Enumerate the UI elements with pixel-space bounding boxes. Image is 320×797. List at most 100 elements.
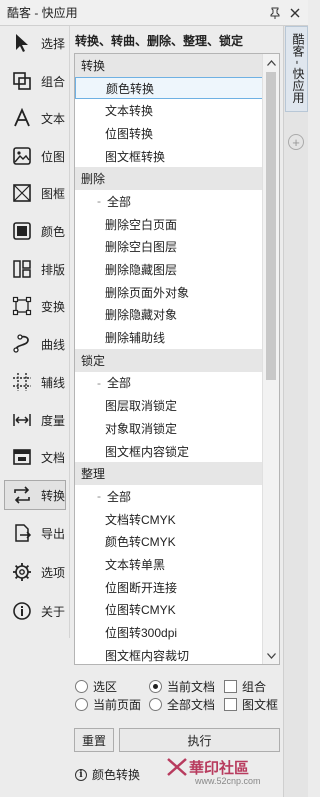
list-group-header[interactable]: 整理 (75, 462, 263, 486)
checkbox-box[interactable] (224, 680, 237, 693)
reset-button[interactable]: 重置 (74, 728, 114, 752)
list-item[interactable]: 删除空白页面 (75, 213, 263, 236)
checkbox-box[interactable] (224, 698, 237, 711)
list-item-label: 删除隐藏图层 (105, 263, 178, 278)
tool-label: 变换 (40, 299, 65, 314)
scope-textframe-checkbox[interactable]: 图文框 (224, 696, 278, 713)
tool-frame[interactable]: 图框 (4, 178, 66, 208)
execute-button[interactable]: 执行 (119, 728, 280, 752)
list-item[interactable]: - 全部 (75, 190, 263, 213)
tool-options[interactable]: 选项 (4, 557, 66, 587)
list-group-header[interactable]: 转换 (75, 54, 263, 77)
tool-label: 组合 (40, 74, 65, 89)
list-item[interactable]: 图层取消锁定 (75, 394, 263, 417)
tool-export[interactable]: 导出 (4, 518, 66, 548)
list-item[interactable]: 位图转300dpi (75, 621, 263, 644)
list-item[interactable]: 删除辅助线 (75, 326, 263, 349)
list-item-label: 删除辅助线 (105, 331, 166, 346)
list-item[interactable]: 图文框转换 (75, 145, 263, 168)
list-item-label: 位图转换 (105, 126, 154, 141)
main-panel: 转换、转曲、删除、整理、锁定 转换 颜色转换 文本转换 位图转换 图文框转换 删除 - 全部删… (71, 26, 283, 797)
tool-color[interactable]: 颜色 (4, 216, 66, 246)
close-icon[interactable] (288, 6, 302, 20)
list-item[interactable]: 文本转换 (75, 99, 263, 122)
radio-label: 当前页面 (93, 698, 142, 712)
radio-circle[interactable] (75, 680, 88, 693)
list-item[interactable]: 对象取消锁定 (75, 417, 263, 440)
tool-label: 选择 (40, 36, 65, 51)
tool-convert[interactable]: 转换 (4, 480, 66, 510)
list-item[interactable]: 图文框内容锁定 (75, 440, 263, 463)
watermark-logo-icon (167, 758, 187, 776)
scope-selection-radio[interactable]: 选区 (75, 678, 117, 695)
layout-icon (9, 256, 35, 282)
tool-text[interactable]: 文本 (4, 103, 66, 133)
tool-bitmap[interactable]: 位图 (4, 141, 66, 171)
list-scrollbar[interactable] (262, 54, 279, 664)
tool-label: 排版 (40, 262, 65, 277)
radio-circle[interactable] (149, 698, 162, 711)
scroll-down-icon[interactable] (263, 647, 279, 664)
status-text: 颜色转换 (92, 768, 141, 782)
list-item[interactable]: 颜色转换 (75, 76, 263, 100)
list-item[interactable]: 文本转单黑 (75, 553, 263, 576)
tab-quick-app[interactable]: 酷客 - 快应用 (285, 26, 308, 112)
tool-guides[interactable]: 辅线 (4, 367, 66, 397)
tool-document[interactable]: 文档 (4, 442, 66, 472)
tool-sidebar: 选择 组合 文本 位图 图框 颜色 排版 变换 曲线 辅线 度量 文档 转换 导… (0, 26, 70, 638)
function-list[interactable]: 转换 颜色转换 文本转换 位图转换 图文框转换 删除 - 全部 删除空白页面 删除空白图层 删除隐藏… (74, 53, 280, 665)
list-item[interactable]: 位图转CMYK (75, 599, 263, 622)
scope-current-doc-radio[interactable]: 当前文档 (149, 678, 215, 695)
list-item[interactable]: 文档转CMYK (75, 508, 263, 531)
list-item[interactable]: - 全部 (75, 372, 263, 395)
convert-icon (9, 482, 35, 508)
info-icon (9, 598, 35, 624)
list-item[interactable]: 删除页面外对象 (75, 281, 263, 304)
window-title: 酷客 - 快应用 (7, 6, 78, 20)
curve-icon (9, 331, 35, 357)
list-item-label: 图层取消锁定 (105, 399, 178, 414)
tool-transform[interactable]: 变换 (4, 291, 66, 321)
scroll-thumb[interactable] (266, 72, 276, 380)
tool-group[interactable]: 组合 (4, 66, 66, 96)
tool-select[interactable]: 选择 (4, 28, 66, 58)
list-item-label: 颜色转CMYK (105, 535, 176, 550)
tool-label: 文本 (40, 111, 65, 126)
list-group-header[interactable]: 锁定 (75, 348, 263, 372)
scroll-up-icon[interactable] (263, 54, 279, 71)
plus-circle-icon[interactable]: + (288, 134, 304, 150)
checkbox-label: 组合 (242, 680, 267, 694)
list-item-label: 删除 (81, 172, 106, 187)
list-item-label: 全部 (107, 376, 132, 391)
radio-circle[interactable] (75, 698, 88, 711)
panel-heading: 转换、转曲、删除、整理、锁定 (75, 34, 244, 48)
watermark: 華印社區 www.52cnp.com (165, 755, 261, 786)
scope-all-docs-radio[interactable]: 全部文档 (149, 696, 215, 713)
scope-group-checkbox[interactable]: 组合 (224, 678, 266, 695)
list-item[interactable]: 颜色转CMYK (75, 530, 263, 553)
list-group-header[interactable]: 删除 (75, 167, 263, 191)
gear-icon (9, 559, 35, 585)
scope-current-page-radio[interactable]: 当前页面 (75, 696, 141, 713)
pin-icon[interactable] (268, 6, 282, 20)
list-item[interactable]: 删除隐藏对象 (75, 304, 263, 327)
list-item-label: 文本转单黑 (105, 557, 166, 572)
tool-curve[interactable]: 曲线 (4, 329, 66, 359)
tool-layout[interactable]: 排版 (4, 254, 66, 284)
tool-label: 曲线 (40, 337, 65, 352)
list-item[interactable]: - 全部 (75, 485, 263, 508)
list-item[interactable]: 删除空白图层 (75, 236, 263, 259)
radio-circle[interactable] (149, 680, 162, 693)
list-item[interactable]: 删除隐藏图层 (75, 258, 263, 281)
list-item[interactable]: 位图断开连接 (75, 576, 263, 599)
list-item[interactable]: 图文框内容裁切 (75, 644, 263, 664)
export-icon (9, 520, 35, 546)
list-item-label: 图文框内容锁定 (105, 444, 190, 459)
tool-measure[interactable]: 度量 (4, 405, 66, 435)
tool-about[interactable]: 关于 (4, 596, 66, 626)
list-item-label: 锁定 (81, 353, 106, 368)
watermark-text: 華印社區 (189, 759, 250, 777)
frame-icon (9, 180, 35, 206)
list-item[interactable]: 位图转换 (75, 122, 263, 145)
list-item-label: 位图转300dpi (105, 626, 178, 641)
